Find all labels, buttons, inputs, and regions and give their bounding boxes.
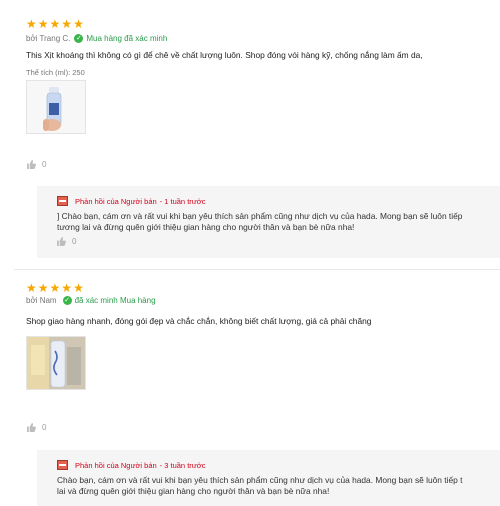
- star-icon: ★: [61, 17, 73, 31]
- product-bottle-photo-icon: [27, 81, 85, 133]
- verified-badge: ✓ Mua hàng đã xác minh: [74, 34, 167, 43]
- like-button[interactable]: 0: [27, 160, 46, 169]
- star-rating: ★ ★ ★ ★ ★: [26, 282, 84, 294]
- star-icon: ★: [26, 17, 37, 31]
- review-divider: [14, 269, 500, 270]
- review-photo-thumbnail[interactable]: [26, 336, 86, 390]
- verified-label: đã xác minh Mua hàng: [74, 296, 156, 305]
- seller-reply-text-line2: tương lai và đừng quên giới thiệu gian h…: [57, 222, 355, 232]
- review-photo-thumbnail[interactable]: [26, 80, 86, 134]
- star-icon: ★: [37, 17, 49, 31]
- star-icon: ★: [26, 281, 37, 295]
- review-meta: bởi Trang C. ✓ Mua hàng đã xác minh: [26, 34, 167, 43]
- review-content: Shop giao hàng nhanh, đóng gói đẹp và ch…: [26, 316, 372, 326]
- star-icon: ★: [61, 281, 73, 295]
- star-icon: ★: [49, 17, 61, 31]
- star-icon: ★: [37, 281, 49, 295]
- seller-reply: Phản hồi của Người bán - 3 tuần trước Ch…: [37, 450, 500, 506]
- check-icon: ✓: [74, 34, 84, 43]
- star-rating: ★ ★ ★ ★ ★: [26, 18, 84, 30]
- seller-reply: Phản hồi của Người bán - 1 tuần trước ] …: [37, 186, 500, 258]
- seller-reply-header: Phản hồi của Người bán - 3 tuần trước: [57, 460, 205, 470]
- reply-like-count: 0: [72, 237, 77, 246]
- thumb-up-icon: [27, 160, 36, 169]
- seller-reply-text-line1: ] Chào bạn, cám ơn và rất vui khi bạn yê…: [57, 211, 463, 221]
- reply-like-button[interactable]: 0: [57, 237, 76, 246]
- star-icon: ★: [73, 17, 84, 31]
- verified-badge: ✓ đã xác minh Mua hàng: [62, 296, 156, 305]
- seller-reply-label: Phản hồi của Người bán: [75, 460, 157, 470]
- seller-reply-time: - 3 tuần trước: [159, 460, 206, 470]
- seller-reply-label: Phản hồi của Người bán: [75, 196, 157, 206]
- seller-reply-text-line2: lai và đừng quên giới thiệu gian hàng ch…: [57, 486, 330, 496]
- star-icon: ★: [49, 281, 61, 295]
- verified-label: Mua hàng đã xác minh: [86, 34, 168, 43]
- shop-icon: [57, 196, 68, 206]
- like-count: 0: [42, 423, 47, 432]
- seller-reply-text-line1: Chào bạn, cám ơn và rất vui khi bạn yêu …: [57, 475, 463, 485]
- thumb-up-icon: [57, 237, 66, 246]
- review-author: bởi Nam: [26, 296, 57, 305]
- thumb-up-icon: [27, 423, 36, 432]
- like-count: 0: [42, 160, 47, 169]
- seller-reply-time: - 1 tuần trước: [159, 196, 206, 206]
- like-button[interactable]: 0: [27, 423, 46, 432]
- review-attribute: Thể tích (ml): 250: [26, 68, 85, 77]
- review-meta: bởi Nam ✓ đã xác minh Mua hàng: [26, 296, 156, 305]
- star-icon: ★: [73, 281, 84, 295]
- review-content: This Xịt khoáng thì không có gì để chê v…: [26, 50, 423, 60]
- review-author: bởi Trang C.: [26, 34, 71, 43]
- product-bottle-photo-icon: [27, 337, 85, 389]
- seller-reply-header: Phản hồi của Người bán - 1 tuần trước: [57, 196, 205, 206]
- shop-icon: [57, 460, 68, 470]
- check-icon: ✓: [62, 296, 72, 305]
